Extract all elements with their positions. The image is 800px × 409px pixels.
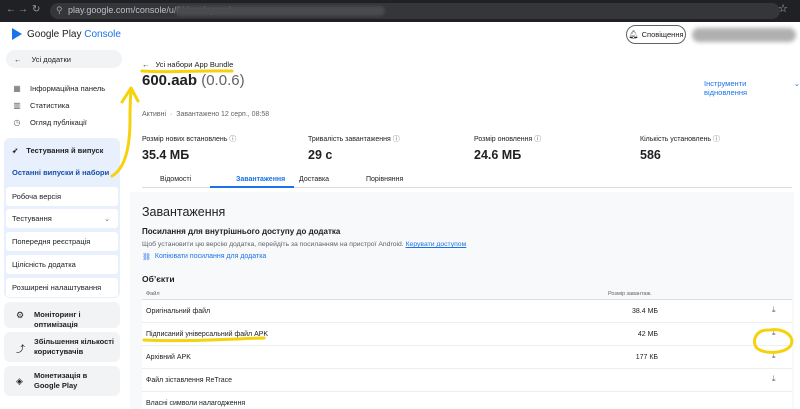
reload-icon[interactable]: ↻ — [32, 4, 40, 15]
download-icon[interactable]: ⤓ — [772, 374, 776, 384]
sidebar-item-statistics[interactable]: ▥ Статистика — [12, 101, 69, 110]
arrow-left-icon: ← — [14, 54, 22, 64]
sidebar-item-grow-users[interactable]: ⤴ Збільшення кількості користувачів — [4, 332, 120, 362]
download-icon[interactable]: ⤓ — [772, 351, 776, 361]
status-line: Активні · Завантажено 12 серп., 08:58 — [142, 111, 270, 118]
sidebar-item-advanced-settings[interactable]: Розширені налаштування — [6, 278, 118, 297]
sidebar-item-app-integrity[interactable]: Цілісність додатка — [6, 255, 118, 274]
help-icon[interactable]: ⓘ — [534, 136, 541, 143]
internal-link-title: Посилання для внутрішнього доступу до до… — [142, 227, 341, 236]
table-row: Архівний APK 177 КБ ⤓ — [142, 346, 792, 369]
all-apps-button[interactable]: ← Усі додатки — [6, 50, 122, 68]
notifications-label: Сповіщення — [641, 30, 684, 39]
sidebar-item-monetize[interactable]: ◈ Монетизація в Google Play — [4, 366, 120, 396]
back-arrow-icon[interactable]: ← — [6, 4, 16, 15]
table-row: Підписаний універсальний файл APK 42 МБ … — [142, 323, 792, 346]
section-title: Завантаження — [142, 205, 226, 219]
redacted-account[interactable] — [692, 28, 796, 42]
link-icon: ⛓ — [142, 254, 151, 261]
main-content: ← Усі набори App Bundle 600.aab (0.0.6) … — [124, 48, 800, 409]
stat-update-size: Розмір оновлення ⓘ 24.6 МБ — [474, 136, 542, 162]
arrow-left-icon: ← — [142, 60, 150, 69]
sidebar-item-pre-registration[interactable]: Попередня реєстрація — [6, 232, 118, 251]
rocket-icon: ➶ — [12, 145, 19, 155]
help-icon[interactable]: ⓘ — [229, 136, 236, 143]
table-row: Оригінальний файл 38.4 МБ ⤓ — [142, 300, 792, 323]
browser-toolbar: ← → ↻ ⚲ play.google.com/console/u/0/deve… — [0, 0, 800, 22]
bar-chart-icon: ▥ — [13, 101, 21, 110]
help-icon[interactable]: ⓘ — [713, 136, 720, 143]
upload-timestamp: Завантажено 12 серп., 08:58 — [176, 111, 270, 118]
brand-name: Google Play — [27, 28, 82, 40]
files-table: Файл Розмір завантаж. Оригінальний файл … — [142, 288, 792, 409]
sidebar-item-publishing-overview[interactable]: ◷ Огляд публікації — [12, 118, 87, 127]
recovery-tools-dropdown[interactable]: Інструменти відновлення ⌄ — [704, 79, 800, 97]
table-row: Файл зіставлення ReTrace ⤓ — [142, 369, 792, 392]
sidebar-item-testing[interactable]: Тестування ⌄ — [6, 209, 118, 228]
stat-install-count: Кількість установлень ⓘ 586 — [640, 136, 720, 162]
download-icon[interactable]: ⤓ — [772, 305, 776, 315]
tag-icon: ◈ — [16, 376, 23, 386]
play-console-logo[interactable]: Google Play Console — [12, 28, 121, 40]
site-info-icon[interactable]: ⚲ — [56, 5, 63, 16]
manage-access-link[interactable]: Керувати доступом — [406, 241, 467, 248]
trending-up-icon: ⤴ — [16, 344, 26, 354]
download-icon[interactable]: ⤓ — [772, 328, 776, 338]
sidebar-item-production[interactable]: Робоча версія — [6, 187, 118, 206]
bell-icon: 🔔︎ — [628, 30, 639, 39]
play-logo-icon — [12, 28, 22, 40]
version-label: (0.0.6) — [201, 72, 245, 89]
chevron-down-icon: ⌄ — [793, 79, 800, 88]
notifications-button[interactable]: 🔔︎ Сповіщення — [626, 25, 686, 44]
stat-download-time: Тривалість завантаження ⓘ 29 с — [308, 136, 400, 162]
status-badge: Активні — [142, 111, 167, 118]
copy-link-button[interactable]: ⛓ Копіювати посилання для додатка — [142, 253, 266, 261]
page-title: 600.aab (0.0.6) — [142, 72, 245, 89]
sidebar-item-monitoring[interactable]: ⚙ Моніторинг і оптимізація — [4, 302, 120, 329]
help-icon[interactable]: ⓘ — [393, 136, 400, 143]
address-bar[interactable]: ⚲ play.google.com/console/u/0/developers… — [50, 3, 780, 19]
sidebar-item-latest-releases[interactable]: Останні випуски й набори — [6, 163, 118, 182]
bookmark-star-icon[interactable]: ☆ — [778, 2, 788, 15]
table-header: Файл Розмір завантаж. — [142, 288, 792, 300]
chevron-down-icon: ⌄ — [104, 215, 110, 223]
stat-install-size: Розмір нових встановлень ⓘ 35.4 МБ — [142, 136, 237, 162]
tab-compare[interactable]: Порівняння — [366, 176, 403, 183]
tune-icon: ⚙ — [16, 310, 25, 320]
tab-bar: Відомості Завантаження Доставка Порівнян… — [142, 172, 792, 188]
tab-downloads[interactable]: Завантаження — [236, 176, 285, 183]
tab-details[interactable]: Відомості — [160, 176, 191, 183]
console-header: Google Play Console 🔔︎ Сповіщення — [0, 22, 800, 48]
redacted-url — [175, 6, 385, 16]
downloads-panel: Завантаження Посилання для внутрішнього … — [130, 192, 794, 409]
active-tab-indicator — [210, 186, 294, 188]
table-row: Власні символи налагодження — [142, 392, 792, 409]
tab-delivery[interactable]: Доставка — [299, 176, 329, 183]
sidebar-item-dashboard[interactable]: ▦ Інформаційна панель — [12, 84, 105, 93]
objects-title: Об’єкти — [142, 274, 175, 284]
all-apps-label: Усі додатки — [31, 54, 71, 64]
dashboard-icon: ▦ — [13, 84, 21, 93]
clock-icon: ◷ — [13, 118, 21, 127]
testing-release-header[interactable]: ➶ Тестування й випуск — [4, 138, 120, 162]
sidebar: ← Усі додатки ▦ Інформаційна панель ▥ Ст… — [0, 48, 124, 409]
forward-arrow-icon[interactable]: → — [18, 4, 28, 15]
back-to-bundles-link[interactable]: ← Усі набори App Bundle — [142, 60, 233, 69]
brand-accent: Console — [84, 28, 121, 40]
stats-row: Розмір нових встановлень ⓘ 35.4 МБ Трива… — [142, 134, 792, 166]
internal-link-description: Щоб установити цю версію додатка, перейд… — [142, 241, 467, 248]
